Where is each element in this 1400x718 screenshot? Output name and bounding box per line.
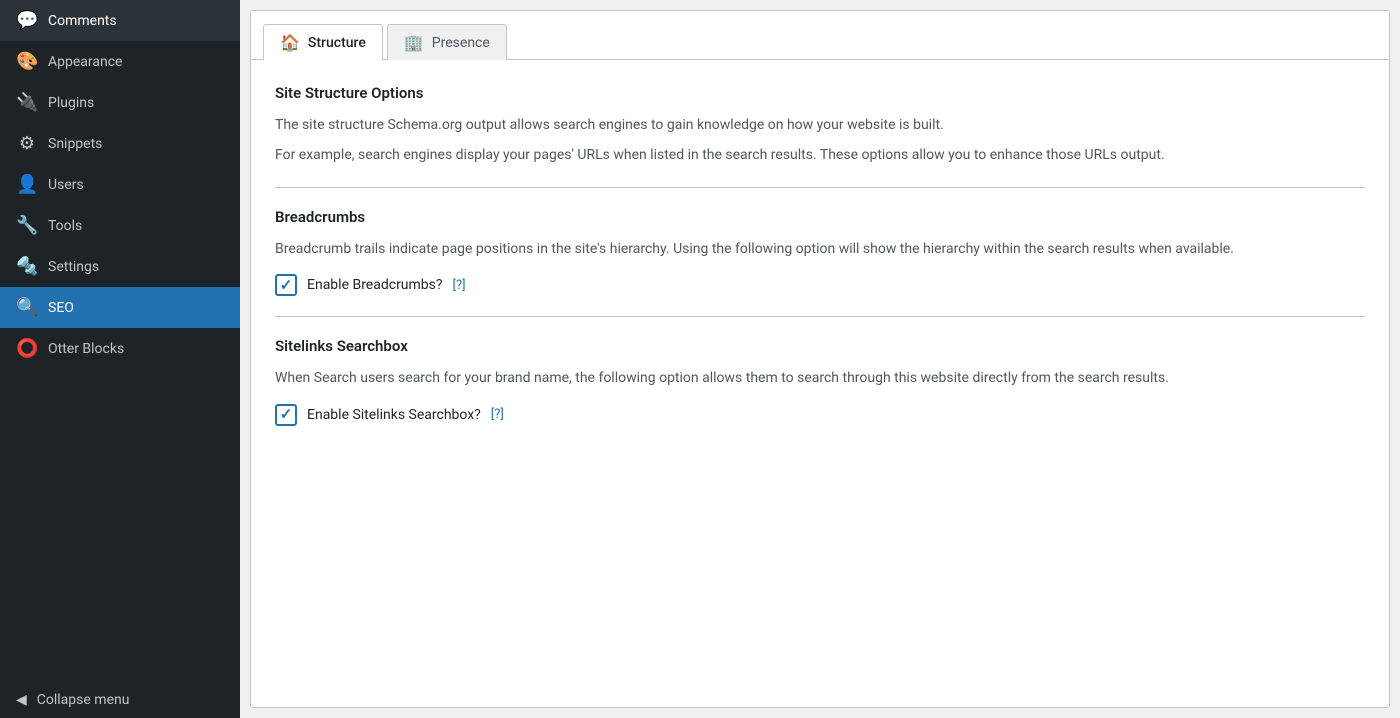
divider-1 [275, 187, 1365, 188]
sidebar-item-label: Snippets [48, 136, 102, 152]
sidebar-item-label: Otter Blocks [48, 341, 124, 357]
sitelinks-section: Sitelinks Searchbox When Search users se… [275, 337, 1365, 425]
tab-presence-label: Presence [432, 35, 490, 51]
sidebar-item-label: Comments [48, 13, 117, 29]
sidebar-item-seo[interactable]: 🔍 SEO [0, 287, 240, 328]
enable-sitelinks-checkbox[interactable] [275, 404, 297, 426]
sidebar-item-snippets[interactable]: ⚙ Snippets [0, 123, 240, 164]
tab-presence[interactable]: 🏢 Presence [387, 24, 507, 60]
sidebar-item-label: Appearance [48, 54, 122, 70]
sidebar-item-label: Settings [48, 259, 99, 275]
breadcrumbs-checkbox-row: Enable Breadcrumbs? [?] [275, 274, 1365, 296]
seo-icon: 🔍 [16, 297, 38, 318]
site-structure-desc2: For example, search engines display your… [275, 144, 1365, 166]
plugins-icon: 🔌 [16, 92, 38, 113]
sidebar-item-otter-blocks[interactable]: ⭕ Otter Blocks [0, 328, 240, 369]
collapse-label: Collapse menu [37, 692, 130, 708]
otter-blocks-icon: ⭕ [16, 338, 38, 359]
enable-breadcrumbs-checkbox[interactable] [275, 274, 297, 296]
main-content: 🏠 Structure 🏢 Presence Site Structure Op… [240, 0, 1400, 718]
sidebar-item-tools[interactable]: 🔧 Tools [0, 205, 240, 246]
sidebar-item-label: Users [48, 177, 84, 193]
site-structure-desc1: The site structure Schema.org output all… [275, 114, 1365, 136]
sitelinks-desc: When Search users search for your brand … [275, 367, 1365, 389]
sidebar-item-plugins[interactable]: 🔌 Plugins [0, 82, 240, 123]
breadcrumbs-title: Breadcrumbs [275, 208, 1365, 226]
breadcrumbs-checkbox-label: Enable Breadcrumbs? [307, 277, 443, 293]
sidebar-item-label: SEO [48, 300, 74, 316]
sitelinks-checkbox-label: Enable Sitelinks Searchbox? [307, 407, 481, 423]
breadcrumbs-help-link[interactable]: [?] [453, 278, 466, 293]
tab-structure-label: Structure [308, 35, 366, 51]
appearance-icon: 🎨 [16, 51, 38, 72]
content-area: 🏠 Structure 🏢 Presence Site Structure Op… [250, 10, 1390, 708]
sitelinks-help-link[interactable]: [?] [491, 407, 504, 422]
sidebar-item-users[interactable]: 👤 Users [0, 164, 240, 205]
structure-tab-icon: 🏠 [280, 33, 300, 52]
users-icon: 👤 [16, 174, 38, 195]
sidebar-item-comments[interactable]: 💬 Comments [0, 0, 240, 41]
site-structure-section: Site Structure Options The site structur… [275, 84, 1365, 167]
comments-icon: 💬 [16, 10, 38, 31]
sidebar-item-appearance[interactable]: 🎨 Appearance [0, 41, 240, 82]
breadcrumbs-desc: Breadcrumb trails indicate page position… [275, 238, 1365, 260]
sitelinks-checkbox-row: Enable Sitelinks Searchbox? [?] [275, 404, 1365, 426]
sidebar-item-settings[interactable]: 🔩 Settings [0, 246, 240, 287]
tabs-bar: 🏠 Structure 🏢 Presence [251, 11, 1389, 60]
sidebar: 💬 Comments 🎨 Appearance 🔌 Plugins ⚙ Snip… [0, 0, 240, 718]
settings-icon: 🔩 [16, 256, 38, 277]
tab-structure[interactable]: 🏠 Structure [263, 24, 383, 60]
sidebar-item-label: Plugins [48, 95, 94, 111]
tools-icon: 🔧 [16, 215, 38, 236]
collapse-menu-button[interactable]: ◀ Collapse menu [0, 682, 240, 718]
presence-tab-icon: 🏢 [404, 33, 424, 52]
breadcrumbs-section: Breadcrumbs Breadcrumb trails indicate p… [275, 208, 1365, 296]
divider-2 [275, 316, 1365, 317]
site-structure-title: Site Structure Options [275, 84, 1365, 102]
sidebar-item-label: Tools [48, 218, 82, 234]
content-body: Site Structure Options The site structur… [251, 60, 1389, 450]
snippets-icon: ⚙ [16, 133, 38, 154]
collapse-icon: ◀ [16, 692, 27, 708]
sitelinks-title: Sitelinks Searchbox [275, 337, 1365, 355]
